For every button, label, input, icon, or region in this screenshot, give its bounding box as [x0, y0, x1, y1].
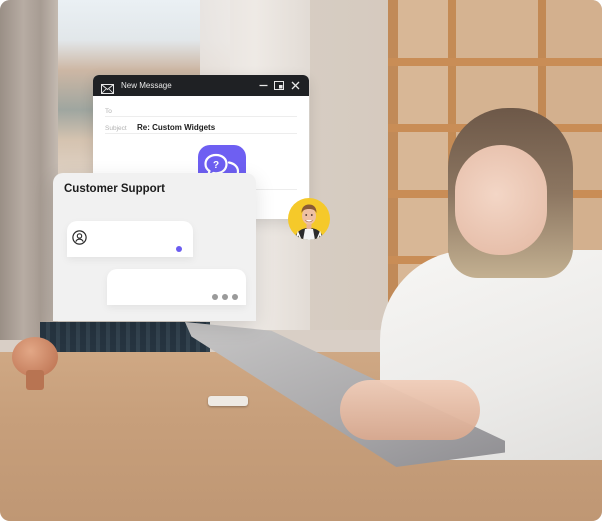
- hero-scene: New Message To Subject Re: Custom Widget…: [0, 0, 602, 521]
- minimize-button[interactable]: [257, 80, 269, 92]
- to-label: To: [105, 108, 112, 115]
- minimize-icon: [259, 84, 267, 87]
- to-field-row: To: [105, 100, 297, 117]
- typing-indicator: [212, 294, 238, 300]
- subject-label: Subject: [105, 125, 127, 132]
- decor-vase-base: [26, 370, 44, 390]
- close-icon: [291, 81, 299, 90]
- customer-support-widget: Customer Support: [53, 173, 256, 321]
- incoming-message-bubble[interactable]: [67, 221, 193, 257]
- maximize-button[interactable]: [273, 80, 285, 92]
- to-input[interactable]: [137, 106, 297, 115]
- user-circle-icon: [72, 230, 87, 245]
- typing-dot: [232, 294, 238, 300]
- unread-indicator-dot: [176, 246, 182, 252]
- support-widget-title: Customer Support: [64, 183, 165, 195]
- outgoing-message-bubble[interactable]: [107, 269, 246, 305]
- subject-field-row: Subject Re: Custom Widgets: [105, 117, 297, 134]
- typing-dot: [212, 294, 218, 300]
- agent-portrait-icon: [294, 204, 324, 240]
- close-button[interactable]: [289, 80, 301, 92]
- email-window-title: New Message: [121, 81, 172, 90]
- agent-avatar[interactable]: [288, 198, 330, 240]
- maximize-icon: [274, 81, 284, 90]
- smartphone-on-table: [208, 396, 248, 406]
- typing-dot: [222, 294, 228, 300]
- email-titlebar: New Message: [93, 75, 309, 96]
- background-window-frame: [0, 0, 58, 340]
- person-hands: [340, 380, 480, 440]
- subject-input[interactable]: Re: Custom Widgets: [137, 123, 215, 132]
- svg-text:?: ?: [213, 160, 219, 171]
- envelope-icon: [101, 81, 114, 94]
- email-body: To Subject Re: Custom Widgets: [93, 96, 309, 134]
- person-face: [455, 145, 547, 255]
